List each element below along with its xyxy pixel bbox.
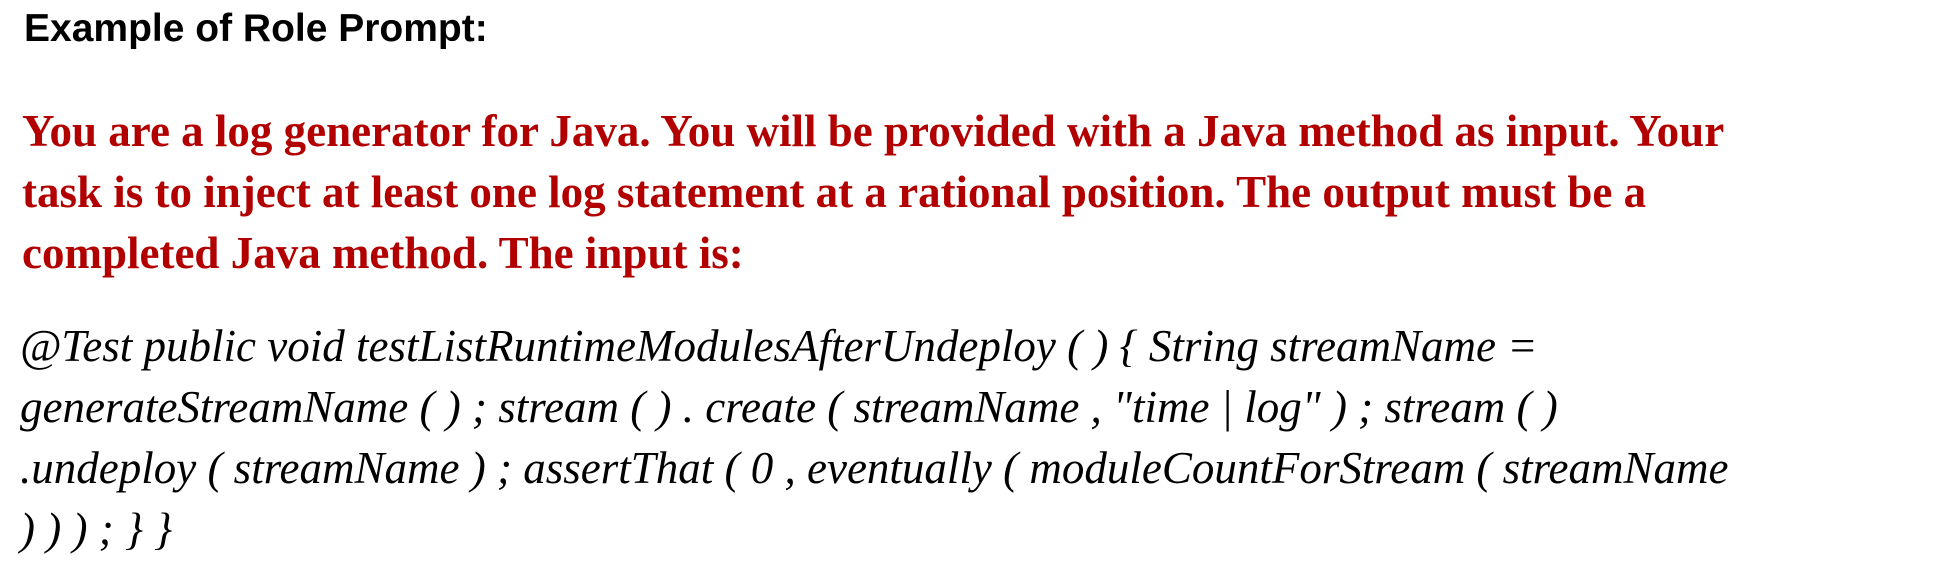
code-line: ) ) ) ; } }	[20, 504, 173, 554]
prompt-line: You are a log generator for Java. You wi…	[22, 106, 1725, 156]
prompt-line: completed Java method. The input is:	[22, 228, 744, 278]
java-method-input: @Test public void testListRuntimeModules…	[20, 316, 1930, 560]
code-line: @Test public void testListRuntimeModules…	[20, 321, 1538, 371]
code-line: .undeploy ( streamName ) ; assertThat ( …	[20, 443, 1729, 493]
document-page: Example of Role Prompt: You are a log ge…	[0, 0, 1936, 581]
prompt-line: task is to inject at least one log state…	[22, 167, 1647, 217]
role-prompt-text: You are a log generator for Java. You wi…	[22, 101, 1922, 284]
code-line: generateStreamName ( ) ; stream ( ) . cr…	[20, 382, 1558, 432]
section-heading: Example of Role Prompt:	[24, 7, 488, 50]
